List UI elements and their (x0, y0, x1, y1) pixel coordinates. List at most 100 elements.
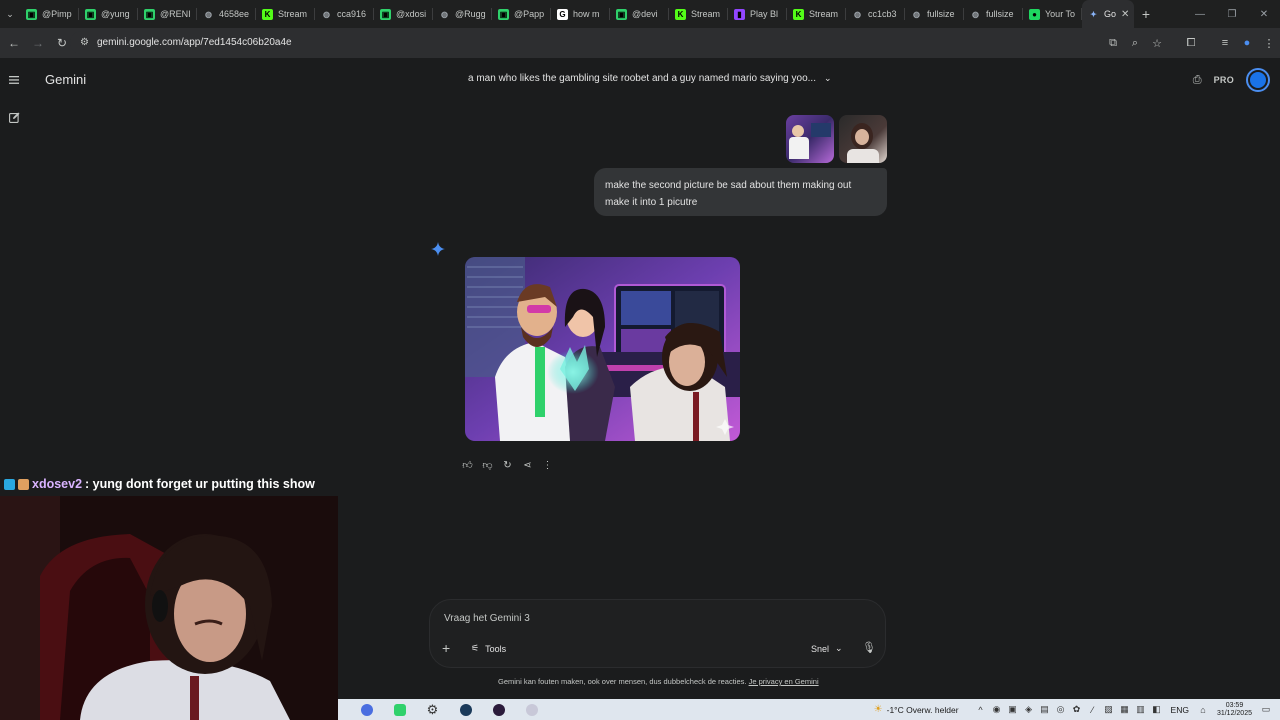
browser-tab[interactable]: ◍ @Rugg (433, 0, 492, 28)
tab-label: Go (1104, 9, 1117, 19)
tray-app-icon[interactable]: ▤ (1037, 699, 1053, 720)
tray-app-icon[interactable]: ◉ (989, 699, 1005, 720)
tab-label: fullsize (927, 9, 955, 19)
tab-label: Stream (809, 9, 839, 19)
media-player-app-icon[interactable] (482, 699, 515, 720)
weather-text[interactable]: -1°C Overw. helder (887, 705, 959, 715)
hamburger-menu-icon[interactable] (0, 66, 28, 94)
tray-app-icon[interactable]: ✿ (1069, 699, 1085, 720)
globe-icon: ◍ (323, 9, 330, 19)
close-tab-icon[interactable]: ✕ (1121, 9, 1129, 20)
browser-tab[interactable]: ◍ 4658ee (197, 0, 256, 28)
bookmark-star-icon[interactable]: ☆ (1146, 32, 1168, 54)
site-info-icon[interactable]: ⚙ (80, 37, 89, 48)
network-icon[interactable]: ⌂ (1195, 699, 1211, 720)
tools-button[interactable]: ⚟ Tools (471, 643, 506, 654)
new-chat-icon[interactable] (0, 103, 28, 131)
screen: ⌄ ▣ @Pimp ▣ @yung ▣ @RENI ◍ 4658ee K Stream ◍ cca91… (0, 0, 1280, 720)
url-text[interactable]: gemini.google.com/app/7ed1454c06b20a4e (97, 37, 292, 48)
browser-tab[interactable]: ▣ @Papp (492, 0, 551, 28)
browser-tab[interactable]: ▣ @devi (610, 0, 669, 28)
weather-icon[interactable]: ☀ (874, 704, 883, 715)
browser-tab[interactable]: ● Your To (1023, 0, 1082, 28)
tray-app-icon[interactable]: ◧ (1149, 699, 1165, 720)
tray-app-icon[interactable]: ⁄ (1085, 699, 1101, 720)
thumbs-down-icon[interactable]: 👎︎ (478, 456, 497, 474)
tray-app-icon[interactable]: ▦ (1117, 699, 1133, 720)
account-avatar[interactable] (1246, 68, 1270, 92)
tab-label: @devi (632, 9, 658, 19)
menu-dots-icon[interactable]: ⋮ (1258, 32, 1280, 54)
profile-icon[interactable]: ● (1236, 32, 1258, 54)
kick-icon: K (793, 8, 804, 20)
tray-app-icon[interactable]: ▥ (1133, 699, 1149, 720)
gemini-brand[interactable]: Gemini (45, 72, 86, 87)
browser-tab[interactable]: ◍ fullsize (905, 0, 964, 28)
settings-app-icon[interactable]: ⚙ (416, 699, 449, 720)
browser-tab[interactable]: K Stream (787, 0, 846, 28)
browser-tab[interactable]: ◍ cc1cb3 (846, 0, 905, 28)
prompt-input[interactable]: Vraag het Gemini 3 (444, 613, 530, 624)
browser-toolbar: ← → ↻ ⚙ gemini.google.com/app/7ed1454c06… (0, 28, 1280, 58)
media-icon[interactable]: ≡ (1214, 32, 1236, 54)
browser-tab[interactable]: Ghow m (551, 0, 610, 28)
add-attachment-icon[interactable]: + (442, 640, 450, 656)
globe-icon: ◍ (854, 9, 861, 19)
channel-icon: ▣ (616, 8, 627, 20)
conversation-title[interactable]: a man who likes the gambling site roobet… (468, 73, 832, 84)
browser-tab[interactable]: ▣ @RENI (138, 0, 197, 28)
browser-tab-strip: ⌄ ▣ @Pimp ▣ @yung ▣ @RENI ◍ 4658ee K Stream ◍ cca91… (0, 0, 1280, 28)
tab-label: Stream (691, 9, 721, 19)
tray-app-icon[interactable]: ◈ (1021, 699, 1037, 720)
uploaded-image-2[interactable] (839, 115, 887, 163)
obs-app-icon[interactable] (515, 699, 548, 720)
prompt-composer[interactable]: Vraag het Gemini 3 + ⚟ Tools Snel ⌄ 🎙︎ (429, 599, 886, 668)
kick-icon: K (675, 8, 686, 20)
browser-tab[interactable]: K Stream (256, 0, 315, 28)
nvidia-app-icon[interactable] (383, 699, 416, 720)
browser-tab[interactable]: ▣ @Pimp (20, 0, 79, 28)
new-tab-button[interactable]: + (1134, 6, 1158, 22)
browser-tab[interactable]: K Stream (669, 0, 728, 28)
browser-tab[interactable]: ◍ fullsize (964, 0, 1023, 28)
close-window-icon[interactable]: ✕ (1248, 0, 1280, 28)
tab-search-icon[interactable]: ⌄ (0, 0, 20, 28)
chevron-up-icon[interactable]: ^ (973, 699, 989, 720)
generated-image[interactable] (465, 257, 740, 441)
gemini-spark-icon (431, 242, 445, 256)
browser-tab[interactable]: ◍ cca916 (315, 0, 374, 28)
more-options-icon[interactable]: ⋮ (538, 456, 557, 474)
thumbs-up-icon[interactable]: 👍︎ (458, 456, 477, 474)
browser-tab[interactable]: ▣ @xdosi (374, 0, 433, 28)
address-bar[interactable]: ⚙ gemini.google.com/app/7ed1454c06b20a4e (70, 31, 1160, 54)
regenerate-icon[interactable]: ↻ (498, 456, 517, 474)
tray-app-icon[interactable]: ▨ (1101, 699, 1117, 720)
forward-icon[interactable]: → (26, 31, 50, 55)
tray-app-icon[interactable]: ◎ (1053, 699, 1069, 720)
browser-tab[interactable]: ▣ @yung (79, 0, 138, 28)
restore-icon[interactable]: ❐ (1216, 0, 1248, 28)
steam-app-icon[interactable] (449, 699, 482, 720)
printer-icon[interactable]: ⎙ (1193, 74, 1202, 87)
extensions-icon[interactable]: ⧠ (1180, 32, 1202, 54)
minimize-icon[interactable]: — (1184, 0, 1216, 28)
privacy-link[interactable]: Je privacy en Gemini (749, 677, 819, 686)
tray-app-icon[interactable]: ▣ (1005, 699, 1021, 720)
model-mode-selector[interactable]: Snel ⌄ (811, 643, 843, 654)
pro-badge[interactable]: PRO (1214, 75, 1234, 85)
window-controls: — ❐ ✕ (1184, 0, 1280, 28)
system-clock[interactable]: 03:59 31/12/2025 (1211, 702, 1258, 718)
browser-tab[interactable]: ▮ Play Bl (728, 0, 787, 28)
language-indicator[interactable]: ENG (1171, 705, 1189, 715)
microphone-icon[interactable]: 🎙︎ (862, 641, 876, 654)
translate-icon[interactable]: ⧉ (1102, 32, 1124, 54)
chrome-app-icon[interactable] (350, 699, 383, 720)
tab-label: @Rugg (455, 9, 486, 19)
back-icon[interactable]: ← (2, 31, 26, 55)
uploaded-image-1[interactable] (786, 115, 834, 163)
channel-icon: ▣ (85, 8, 96, 20)
tab-gemini-active[interactable]: ✦ Go ✕ (1082, 0, 1134, 28)
share-icon[interactable]: ⋖ (518, 456, 537, 474)
zoom-icon[interactable]: ⌕ (1124, 32, 1146, 54)
notification-icon[interactable]: ▭ (1258, 699, 1274, 720)
